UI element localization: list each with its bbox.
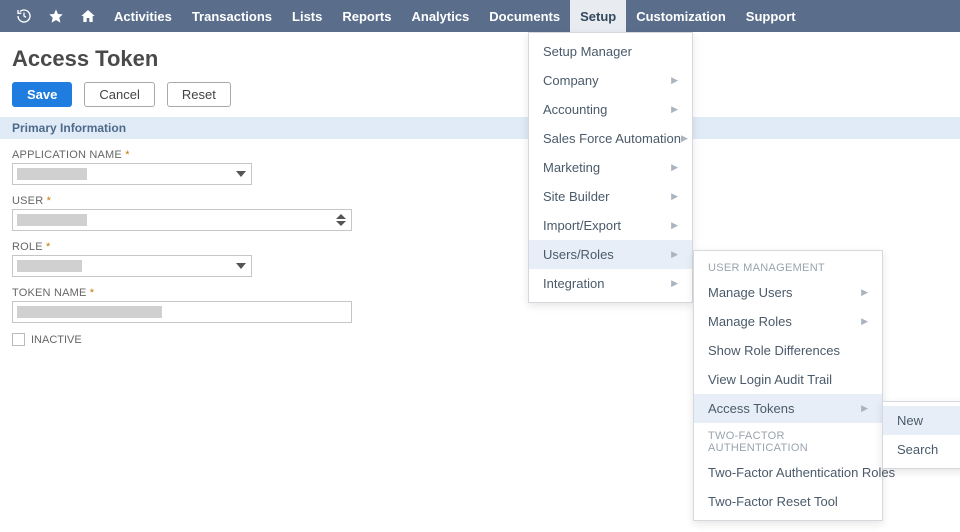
nav-transactions[interactable]: Transactions	[182, 0, 282, 32]
menu-users-roles[interactable]: Users/Roles▶	[529, 240, 692, 269]
role-select[interactable]	[12, 255, 252, 277]
menu-integration[interactable]: Integration▶	[529, 269, 692, 298]
placeholder-user	[17, 214, 87, 226]
home-icon[interactable]	[72, 0, 104, 32]
menu-two-factor-reset[interactable]: Two-Factor Reset Tool	[694, 487, 882, 516]
nav-documents[interactable]: Documents	[479, 0, 570, 32]
token-name-input[interactable]	[12, 301, 352, 323]
user-select[interactable]	[12, 209, 352, 231]
menu-import-export[interactable]: Import/Export▶	[529, 211, 692, 240]
nav-customization[interactable]: Customization	[626, 0, 736, 32]
chevron-right-icon: ▶	[671, 191, 678, 202]
menu-search[interactable]: Search	[883, 435, 960, 464]
chevron-right-icon: ▶	[671, 249, 678, 260]
menu-setup-manager[interactable]: Setup Manager	[529, 37, 692, 66]
chevron-down-icon	[231, 164, 251, 184]
label-application-name: APPLICATION NAME *	[12, 149, 948, 161]
chevron-right-icon: ▶	[671, 162, 678, 173]
menu-company[interactable]: Company▶	[529, 66, 692, 95]
chevron-right-icon: ▶	[861, 287, 868, 298]
chevron-right-icon: ▶	[671, 220, 678, 231]
access-tokens-submenu: New Search	[882, 401, 960, 469]
chevron-down-icon	[231, 256, 251, 276]
menu-accounting[interactable]: Accounting▶	[529, 95, 692, 124]
field-application-name: APPLICATION NAME *	[12, 149, 948, 185]
menu-two-factor-roles[interactable]: Two-Factor Authentication Roles	[694, 458, 882, 487]
chevron-right-icon: ▶	[671, 104, 678, 115]
top-nav: Activities Transactions Lists Reports An…	[0, 0, 960, 32]
menu-show-role-differences[interactable]: Show Role Differences	[694, 336, 882, 365]
label-inactive: INACTIVE	[31, 334, 82, 346]
section-primary-info: Primary Information	[0, 117, 960, 139]
placeholder-app-name	[17, 168, 87, 180]
menu-access-tokens[interactable]: Access Tokens▶	[694, 394, 882, 423]
placeholder-role	[17, 260, 82, 272]
menu-header-user-management: USER MANAGEMENT	[694, 255, 882, 278]
placeholder-token-name	[17, 306, 162, 318]
field-user: USER *	[12, 195, 948, 231]
nav-setup[interactable]: Setup	[570, 0, 626, 32]
page-title: Access Token	[12, 46, 948, 72]
chevron-right-icon: ▶	[671, 278, 678, 289]
menu-header-two-factor: TWO-FACTOR AUTHENTICATION	[694, 423, 882, 458]
menu-site-builder[interactable]: Site Builder▶	[529, 182, 692, 211]
reset-button[interactable]: Reset	[167, 82, 231, 107]
setup-menu: Setup Manager Company▶ Accounting▶ Sales…	[528, 32, 693, 303]
label-user: USER *	[12, 195, 948, 207]
nav-activities[interactable]: Activities	[104, 0, 182, 32]
button-row: Save Cancel Reset	[12, 82, 948, 107]
menu-view-login-audit-trail[interactable]: View Login Audit Trail	[694, 365, 882, 394]
history-icon[interactable]	[8, 0, 40, 32]
menu-manage-users[interactable]: Manage Users▶	[694, 278, 882, 307]
double-chevron-icon	[331, 210, 351, 230]
menu-manage-roles[interactable]: Manage Roles▶	[694, 307, 882, 336]
star-icon[interactable]	[40, 0, 72, 32]
menu-sales-force-automation[interactable]: Sales Force Automation▶	[529, 124, 692, 153]
application-name-select[interactable]	[12, 163, 252, 185]
chevron-right-icon: ▶	[681, 133, 688, 144]
inactive-checkbox[interactable]	[12, 333, 25, 346]
menu-marketing[interactable]: Marketing▶	[529, 153, 692, 182]
menu-new[interactable]: New	[883, 406, 960, 435]
nav-lists[interactable]: Lists	[282, 0, 332, 32]
nav-support[interactable]: Support	[736, 0, 806, 32]
chevron-right-icon: ▶	[671, 75, 678, 86]
nav-analytics[interactable]: Analytics	[401, 0, 479, 32]
nav-reports[interactable]: Reports	[332, 0, 401, 32]
save-button[interactable]: Save	[12, 82, 72, 107]
chevron-right-icon: ▶	[861, 316, 868, 327]
chevron-right-icon: ▶	[861, 403, 868, 414]
cancel-button[interactable]: Cancel	[84, 82, 154, 107]
users-roles-submenu: USER MANAGEMENT Manage Users▶ Manage Rol…	[693, 250, 883, 521]
